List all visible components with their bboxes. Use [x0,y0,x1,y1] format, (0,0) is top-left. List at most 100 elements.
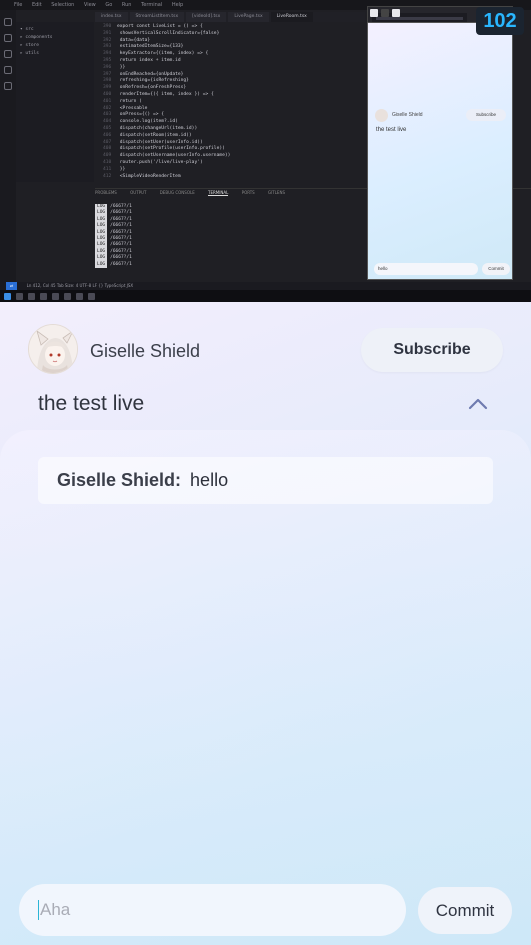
terminal-text: /6667?/1 [110,216,132,222]
panel-tab-active: TERMINAL [208,190,229,196]
line-number: 406 [103,132,112,138]
chat-panel: Giselle Shield: hello [0,430,531,945]
menu-terminal: Terminal [141,2,163,8]
avatar-illustration [29,325,77,373]
host-avatar[interactable] [28,324,78,374]
code-text: return index + item.id [117,57,181,63]
line-number: 391 [103,30,112,36]
ide-tab-active: LiveRoom.tsx [270,12,313,22]
panel-tab: GITLENS [267,190,285,195]
terminal-text: /6667?/1 [110,210,132,216]
windows-start-icon [4,292,11,300]
line-number: 405 [103,125,112,131]
code-line: 391 showsVerticalScrollIndicator={false} [103,31,367,38]
code-line: 399 onRefresh={onFreshPress} [103,85,367,92]
code-text: return ( [117,98,142,104]
line-number: 400 [103,91,112,97]
panel-tab: DEBUG CONSOLE [159,190,195,195]
explorer-line: ▸ utils [20,51,39,56]
chat-message: Giselle Shield: hello [38,457,493,504]
window-icon [392,9,400,17]
window-controls [370,9,400,17]
subscribe-button[interactable]: Subscribe [361,328,503,372]
extensions-icon [4,82,12,90]
panel-tab: PORTS [241,190,255,195]
code-text: export const LiveList = () => { [117,24,203,29]
viewer-count-badge: 102 [476,7,524,35]
terminal-text: /6667?/1 [110,242,132,248]
code-text: dispatch(setUser(userInfo.id)) [117,139,203,145]
menu-view: View [83,2,96,8]
app-icon [52,292,59,300]
chat-input[interactable] [40,900,380,920]
search-icon [4,34,12,42]
code-text: dispatch(setUsername(userInfo.username)) [117,153,231,159]
line-number: 411 [103,166,112,172]
code-text: }} [117,64,126,70]
ide-tab: index.tsx [95,12,128,22]
code-line: 394 keyExtractor={(item, index) => { [103,51,367,58]
mini-subscribe: Subscribe [466,109,506,121]
menu-help: Help [171,2,184,8]
code-text: showsVerticalScrollIndicator={false} [117,30,220,36]
code-line: 409 dispatch(setUsername(userInfo.userna… [103,153,367,160]
line-number: 396 [103,64,112,70]
code-text: onRefresh={onFreshPress} [117,85,187,91]
debug-icon [4,66,12,74]
explorer-line: ▸ components [20,35,53,40]
terminal-text: /6667?/1 [110,223,132,229]
code-text: data={data} [117,37,151,43]
terminal-text: /6667?/1 [110,229,132,235]
line-number: 412 [103,173,112,179]
line-number: 404 [103,119,112,125]
taskview-icon [28,292,35,300]
code-text: keyExtractor={(item, index) => { [117,51,209,57]
ide-activity-bar [0,10,16,290]
mini-live-title: the test live [376,127,407,133]
window-icon [381,9,389,17]
menu-edit: Edit [31,2,42,8]
mini-input: hello [374,263,478,275]
ide-tab: LivePage.tsx [228,12,269,22]
explorer-icon [4,18,12,26]
line-number: 409 [103,153,112,159]
live-room: Giselle Shield Subscribe the test live G… [0,302,531,945]
app-icon [76,292,83,300]
code-text: refreshing={isRefreshing} [117,78,189,84]
code-line: 390 export const LiveList = () => { [103,24,367,31]
explorer-line: ▾ src [20,27,34,32]
os-taskbar [0,290,531,302]
line-number: 395 [103,57,112,63]
chat-input-wrapper[interactable] [19,884,406,936]
code-text: onPress={() => { [117,112,165,118]
menu-run: Run [121,2,132,8]
app-icon [88,292,95,300]
line-number: 394 [103,51,112,57]
menu-selection: Selection [51,2,75,8]
panel-tab: PROBLEMS [95,190,117,195]
code-text: dispatch(setProfile(userInfo.profile)) [117,146,225,152]
code-line: 395 return index + item.id [103,58,367,65]
code-text: dispatch(changeUrl(item.id)) [117,125,198,131]
code-text: onEndReached={onUpdate} [117,71,184,77]
commit-button[interactable]: Commit [418,887,512,934]
line-number: 399 [103,85,112,91]
remote-indicator: ⇌ [6,282,18,290]
screen-share-video: File Edit Selection View Go Run Terminal… [0,0,531,302]
code-text: <SimpleVideoRenderItem [117,173,181,179]
code-text: dispatch(setRoom(item.id)) [117,132,192,138]
menu-file: File [14,2,23,8]
code-text: router.push('/live/live-play') [117,159,203,165]
code-line: 411 }} [103,167,367,174]
app-icon [40,292,47,300]
mini-avatar [375,109,388,122]
code-text: renderItem={({ item, index }) => { [117,91,214,97]
chevron-up-icon[interactable] [466,394,490,414]
code-line: 401 return ( [103,99,367,106]
terminal-text: /6667?/1 [110,255,132,261]
source-control-icon [4,50,12,58]
ide-tab: StreamListItem.tsx [129,12,185,22]
code-text: <Pressable [117,105,148,111]
terminal-text: /6667?/1 [110,261,132,267]
code-text: }} [117,166,126,172]
